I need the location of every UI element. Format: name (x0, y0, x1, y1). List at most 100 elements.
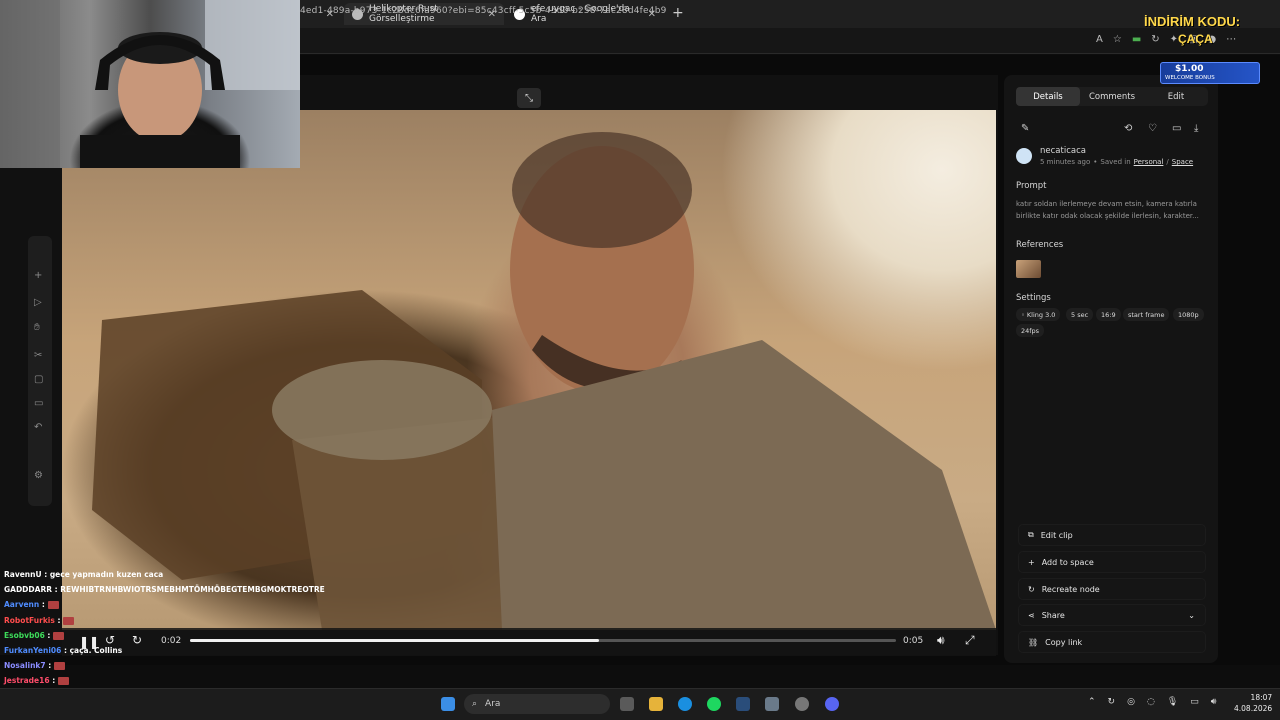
discord-icon[interactable] (825, 697, 839, 711)
hand-icon[interactable]: ✋︎ (34, 322, 40, 333)
sync-icon[interactable]: ↻ (1108, 697, 1116, 707)
promo-banner: $1.00 WELCOME BONUS (1160, 62, 1260, 84)
chat-message: GADDDARR : REWHIBTRNHBWIOTRSMEBHMTÖMHÖBE… (4, 585, 325, 594)
progress-fill (190, 639, 600, 642)
display-icon[interactable]: ▭ (1190, 697, 1199, 707)
mic-icon[interactable]: 🎙︎ (1167, 697, 1178, 707)
webcam-overlay (0, 0, 300, 168)
progress-bar[interactable] (190, 639, 896, 642)
sack-shape (272, 360, 492, 460)
avatar[interactable] (1016, 148, 1032, 164)
video-frame[interactable] (62, 110, 996, 630)
chat-username[interactable]: FurkanYeni06 (4, 646, 61, 655)
play-icon[interactable]: ▷ (34, 297, 42, 308)
collapse-view-button[interactable]: ⤡ (517, 88, 541, 108)
tab-details[interactable]: Details (1016, 87, 1080, 106)
spotify-icon[interactable] (707, 697, 721, 711)
puzzle-icon[interactable]: ✦ (1170, 34, 1178, 45)
promo-code: ÇAÇA (1178, 32, 1213, 46)
undo-icon[interactable]: ↶ (34, 422, 42, 433)
settings-gear-icon[interactable]: ⚙ (34, 470, 43, 481)
current-time: 0:02 (161, 636, 182, 646)
saved-personal-link[interactable]: Personal (1134, 158, 1164, 166)
chat-text: : REWHIBTRNHBWIOTRSMEBHMTÖMHÖBEGTEMBGMOK… (52, 585, 325, 595)
file-explorer-icon[interactable] (649, 697, 663, 711)
app-icon-2[interactable] (795, 697, 809, 711)
refresh-icon[interactable]: ↻ (1151, 34, 1159, 45)
emote-icon (58, 677, 70, 686)
sofa-shape (0, 0, 60, 168)
download-icon[interactable]: ⤓ (1194, 123, 1198, 134)
emote-icon (63, 616, 75, 625)
link-icon: ⛓ (1028, 637, 1039, 647)
windows-start-icon[interactable] (441, 697, 455, 711)
meta-line: 5 minutes ago • Saved in Personal / Spac… (1040, 158, 1194, 166)
remix-icon[interactable]: ⟲ (1124, 123, 1132, 134)
add-to-space-button[interactable]: + Add to space (1018, 551, 1206, 573)
prompt-label: Prompt (1016, 181, 1047, 191)
saved-space-link[interactable]: Space (1172, 158, 1193, 166)
rewind-icon[interactable]: ↺ (105, 633, 115, 647)
timestamp: 5 minutes ago (1040, 158, 1091, 166)
system-tray: ⌃ ↻ ◎ ◌ 🎙︎ ▭ 🔊︎ (1088, 697, 1216, 707)
folder-icon[interactable]: ▭ (1172, 123, 1181, 134)
app-icon[interactable] (765, 697, 779, 711)
brush-icon[interactable]: ✎ (1021, 123, 1029, 134)
crop-icon[interactable]: ▢ (34, 374, 43, 385)
taskbar-search[interactable]: ⌕ Ara (464, 694, 610, 714)
chat-text: : (49, 676, 56, 686)
username[interactable]: necaticaca (1040, 146, 1086, 156)
chat-text: : (45, 661, 52, 671)
translate-icon[interactable]: A (1096, 34, 1103, 45)
webcam-scene (0, 0, 300, 168)
taskbar-clock[interactable]: 18:07 4.08.2026 (1234, 692, 1272, 714)
edit-clip-button[interactable]: ⧉ Edit clip (1018, 524, 1206, 546)
details-tabs: Details Comments Edit (1016, 87, 1208, 106)
recreate-node-button[interactable]: ↻ Recreate node (1018, 578, 1206, 600)
chat-username[interactable]: RobotFurkis (4, 616, 55, 625)
collapse-icon: ⤡ (525, 92, 533, 104)
extension-icon[interactable]: ▬ (1132, 34, 1141, 45)
favorite-star-icon[interactable]: ☆ (1113, 34, 1122, 45)
copy-link-button[interactable]: ⛓ Copy link (1018, 631, 1206, 653)
chat-username[interactable]: Nosalink7 (4, 661, 46, 670)
chat-username[interactable]: Aarvenn (4, 600, 39, 609)
chat-text: : (44, 630, 51, 640)
tab-comments[interactable]: Comments (1080, 87, 1144, 106)
chat-text: : gece yapmadın kuzen caca (41, 570, 164, 579)
network-icon[interactable]: ◌ (1147, 697, 1155, 707)
setting-chip-start-frame: start frame (1123, 308, 1170, 321)
new-tab-icon[interactable]: + (672, 5, 684, 21)
volume-icon[interactable]: 🔊︎ (937, 633, 945, 648)
add-icon[interactable]: + (34, 270, 42, 281)
url-field[interactable]: 4ed1-489a-b973-1c28dc6fa960?ebi=85c43cff… (300, 6, 667, 16)
share-button[interactable]: ⋖ Share ⌄ (1018, 604, 1206, 626)
chat-text: : (39, 600, 45, 610)
chat-username[interactable]: GADDDARR (4, 585, 52, 594)
heart-icon[interactable]: ♡ (1148, 123, 1157, 134)
chat-username[interactable]: RavennU (4, 570, 42, 579)
emote-icon (53, 631, 65, 640)
browser-toolbar-icons: A ☆ ▬ ↻ ✦ ▣ ● ⋯ (1096, 34, 1236, 45)
steam-icon[interactable] (736, 697, 750, 711)
tab-edit[interactable]: Edit (1144, 87, 1208, 106)
video-scene (92, 132, 996, 630)
scissors-icon[interactable]: ✂ (34, 350, 42, 361)
chat-message: FurkanYeni06 : çaça. Collins (4, 646, 122, 655)
task-view-icon[interactable] (620, 697, 634, 711)
chat-username[interactable]: Jestrade16 (4, 676, 50, 685)
chat-message: RobotFurkis : (4, 616, 75, 625)
comment-icon[interactable]: ▭ (34, 398, 43, 409)
menu-dots-icon[interactable]: ⋯ (1226, 34, 1236, 45)
speaker-icon[interactable]: 🔊︎ (1211, 697, 1217, 707)
edge-icon[interactable] (678, 697, 692, 711)
steam-tray-icon[interactable]: ◎ (1127, 697, 1135, 707)
chat-message: Esobvb06 : (4, 630, 65, 640)
fullscreen-icon[interactable]: ⤢ (965, 633, 975, 648)
setting-chip-aspect: 16:9 (1096, 308, 1121, 321)
chevron-up-icon[interactable]: ⌃ (1088, 697, 1096, 707)
chat-username[interactable]: Esobvb06 (4, 631, 45, 640)
forward-icon[interactable]: ↻ (132, 633, 142, 647)
reference-thumbnail[interactable] (1016, 260, 1041, 278)
plus-icon: + (1028, 557, 1035, 567)
